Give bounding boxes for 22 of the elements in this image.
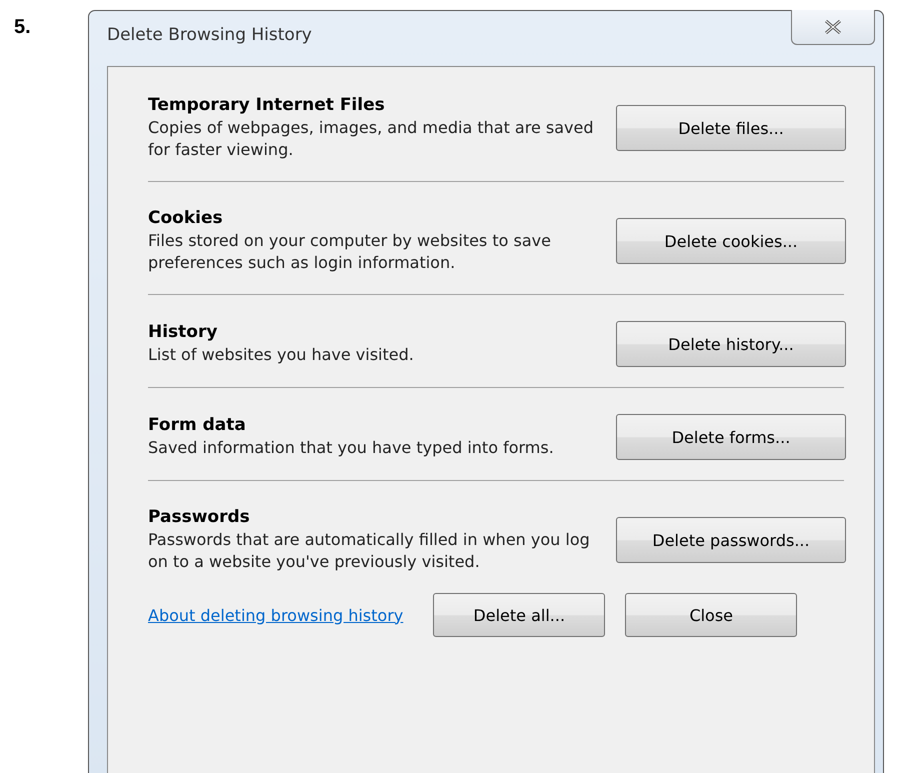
section-title: History: [148, 322, 218, 342]
section-description: Saved information that you have typed into forms.: [148, 437, 555, 459]
close-dialog-button[interactable]: Close: [625, 593, 798, 637]
delete-button[interactable]: Delete cookies...: [616, 218, 846, 264]
section-description: Passwords that are automatically filled in when you log on to a website you've previously visited.: [148, 529, 591, 573]
section-title: Temporary Internet Files: [148, 95, 386, 115]
delete-button[interactable]: Delete history...: [616, 321, 846, 367]
section-description: Files stored on your computer by websites to save preferences such as login information.: [148, 230, 552, 274]
window-title: Delete Browsing History: [107, 25, 312, 45]
section-title: Cookies: [148, 208, 224, 228]
help-link[interactable]: About deleting browsing history: [148, 606, 404, 624]
delete-button[interactable]: Delete passwords...: [616, 517, 846, 563]
delete-button[interactable]: Delete forms...: [616, 414, 846, 460]
step-number: 5.: [13, 15, 32, 39]
close-icon: [824, 20, 842, 34]
section-title: Form data: [148, 415, 247, 435]
section-title: Passwords: [148, 507, 251, 527]
close-button[interactable]: [791, 10, 875, 45]
section-description: Copies of webpages, images, and media that are saved for faster viewing.: [148, 117, 594, 161]
delete-button[interactable]: Delete files...: [616, 105, 846, 151]
section-description: List of websites you have visited.: [148, 344, 415, 366]
delete-all-button[interactable]: Delete all...: [433, 593, 606, 637]
